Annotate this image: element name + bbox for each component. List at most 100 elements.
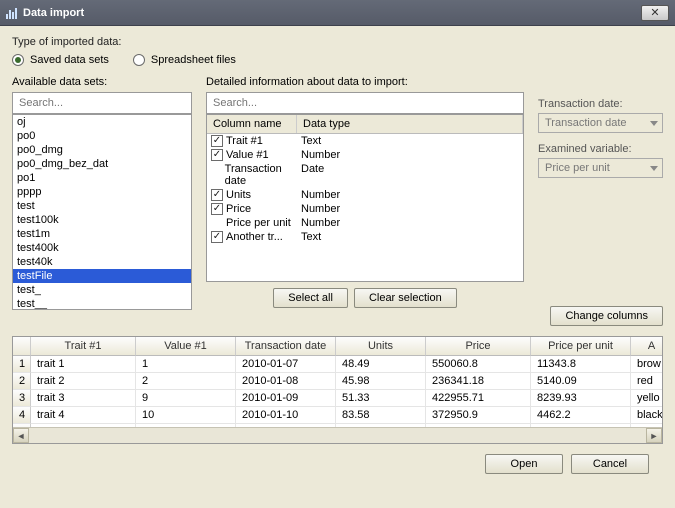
table-cell[interactable]: 422955.71 (426, 390, 531, 407)
table-cell[interactable]: 2010-01-08 (236, 373, 336, 390)
table-header[interactable] (13, 337, 31, 356)
horizontal-scrollbar[interactable]: ◄ ► (13, 427, 662, 443)
table-cell[interactable]: 83.58 (336, 407, 426, 424)
table-cell[interactable]: brow (631, 356, 663, 373)
list-item[interactable]: po0_dmg_bez_dat (13, 157, 191, 171)
radio-spreadsheet-files[interactable]: Spreadsheet files (133, 54, 236, 66)
scroll-left-icon[interactable]: ◄ (13, 428, 29, 443)
search-columns-input[interactable] (206, 92, 524, 114)
cancel-button[interactable]: Cancel (571, 454, 649, 474)
select-all-button[interactable]: Select all (273, 288, 348, 308)
table-cell[interactable]: red (631, 373, 663, 390)
table-cell[interactable]: 10 (136, 407, 236, 424)
table-cell[interactable]: 2010-01-09 (236, 390, 336, 407)
list-item[interactable]: testFile (13, 269, 191, 283)
column-type: Date (297, 163, 523, 187)
table-cell[interactable]: trait 3 (31, 390, 136, 407)
table-header[interactable]: Price (426, 337, 531, 356)
table-header[interactable]: Units (336, 337, 426, 356)
row-header[interactable]: 3 (13, 390, 31, 407)
window-title: Data import (23, 7, 84, 19)
checkbox[interactable]: ✓ (211, 189, 223, 201)
table-cell[interactable]: 372950.9 (426, 407, 531, 424)
column-name: Units (226, 189, 251, 201)
table-cell[interactable]: trait 1 (31, 356, 136, 373)
table-header[interactable]: Value #1 (136, 337, 236, 356)
row-header[interactable]: 4 (13, 407, 31, 424)
table-cell[interactable]: 4462.2 (531, 407, 631, 424)
column-name: Another tr... (226, 231, 283, 243)
column-row[interactable]: ✓Another tr...Text (207, 230, 523, 244)
list-item[interactable]: test40k (13, 255, 191, 269)
table-cell[interactable]: 1 (136, 356, 236, 373)
table-cell[interactable]: 550060.8 (426, 356, 531, 373)
table-cell[interactable]: trait 4 (31, 407, 136, 424)
columns-header-type[interactable]: Data type (297, 115, 523, 133)
table-cell[interactable]: black (631, 407, 663, 424)
columns-header-name[interactable]: Column name (207, 115, 297, 133)
checkbox[interactable]: ✓ (211, 135, 223, 147)
table-cell[interactable]: 5140.09 (531, 373, 631, 390)
table-cell[interactable]: 9 (136, 390, 236, 407)
change-columns-button[interactable]: Change columns (550, 306, 663, 326)
open-button[interactable]: Open (485, 454, 563, 474)
available-sets-list[interactable]: ojpo0po0_dmgpo0_dmg_bez_datpo1pppptestte… (12, 114, 192, 310)
detailed-info-label: Detailed information about data to impor… (206, 76, 524, 88)
data-preview-table[interactable]: Trait #1Value #1Transaction dateUnitsPri… (12, 336, 663, 444)
list-item[interactable]: test__ (13, 297, 191, 310)
list-item[interactable]: test1m (13, 227, 191, 241)
transaction-date-label: Transaction date: (538, 98, 663, 110)
row-header[interactable]: 1 (13, 356, 31, 373)
table-cell[interactable]: 236341.18 (426, 373, 531, 390)
column-row[interactable]: Transaction dateDate (207, 162, 523, 188)
column-row[interactable]: Price per unitNumber (207, 216, 523, 230)
checkbox[interactable]: ✓ (211, 231, 223, 243)
list-item[interactable]: test100k (13, 213, 191, 227)
table-cell[interactable]: 11343.8 (531, 356, 631, 373)
list-item[interactable]: po1 (13, 171, 191, 185)
table-cell[interactable]: 8239.93 (531, 390, 631, 407)
row-header[interactable]: 2 (13, 373, 31, 390)
table-cell[interactable]: trait 2 (31, 373, 136, 390)
table-cell[interactable]: 45.98 (336, 373, 426, 390)
examined-variable-combo[interactable]: Price per unit (538, 158, 663, 178)
list-item[interactable]: oj (13, 115, 191, 129)
table-header[interactable]: Trait #1 (31, 337, 136, 356)
list-item[interactable]: test400k (13, 241, 191, 255)
transaction-date-combo[interactable]: Transaction date (538, 113, 663, 133)
table-cell[interactable]: yello (631, 390, 663, 407)
table-cell[interactable]: 2010-01-07 (236, 356, 336, 373)
chevron-down-icon (650, 166, 658, 171)
table-header[interactable]: Price per unit (531, 337, 631, 356)
column-type: Number (297, 149, 523, 161)
column-name: Transaction date (225, 163, 297, 187)
list-item[interactable]: test_ (13, 283, 191, 297)
column-row[interactable]: ✓Trait #1Text (207, 134, 523, 148)
radio-label: Saved data sets (30, 54, 109, 66)
table-cell[interactable]: 2 (136, 373, 236, 390)
table-header[interactable]: A (631, 337, 663, 356)
list-item[interactable]: pppp (13, 185, 191, 199)
table-cell[interactable]: 51.33 (336, 390, 426, 407)
scroll-right-icon[interactable]: ► (646, 428, 662, 443)
available-sets-label: Available data sets: (12, 76, 192, 88)
table-cell[interactable]: 48.49 (336, 356, 426, 373)
table-cell[interactable]: 2010-01-10 (236, 407, 336, 424)
list-item[interactable]: po0 (13, 129, 191, 143)
close-button[interactable]: ✕ (641, 5, 669, 21)
table-header[interactable]: Transaction date (236, 337, 336, 356)
column-type: Number (297, 217, 523, 229)
column-row[interactable]: ✓Value #1Number (207, 148, 523, 162)
column-name: Trait #1 (226, 135, 263, 147)
list-item[interactable]: po0_dmg (13, 143, 191, 157)
clear-selection-button[interactable]: Clear selection (354, 288, 457, 308)
list-item[interactable]: test (13, 199, 191, 213)
column-row[interactable]: ✓PriceNumber (207, 202, 523, 216)
title-bar: Data import ✕ (0, 0, 675, 26)
checkbox[interactable]: ✓ (211, 149, 223, 161)
radio-saved-data-sets[interactable]: Saved data sets (12, 54, 109, 66)
checkbox[interactable]: ✓ (211, 203, 223, 215)
radio-label: Spreadsheet files (151, 54, 236, 66)
search-available-input[interactable] (12, 92, 192, 114)
column-row[interactable]: ✓UnitsNumber (207, 188, 523, 202)
